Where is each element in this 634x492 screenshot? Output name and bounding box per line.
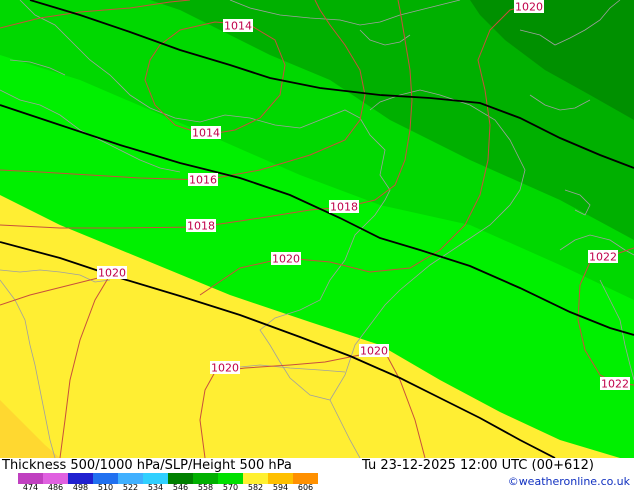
isobar-label: 1014 [223, 19, 253, 33]
svg-text:1014: 1014 [224, 20, 252, 33]
isobar-label: 1014 [191, 126, 221, 140]
map-title: Thickness 500/1000 hPa/SLP/Height 500 hP… [2, 458, 292, 473]
svg-text:1018: 1018 [187, 220, 215, 233]
svg-text:1020: 1020 [211, 362, 239, 375]
isobar-label: 1020 [514, 0, 544, 14]
legend-tick-label: 486 [47, 483, 64, 492]
legend-tick-label: 474 [22, 483, 39, 492]
isobar-label: 1020 [359, 344, 389, 358]
svg-text:1020: 1020 [98, 267, 126, 280]
legend-tick-label: 498 [72, 483, 89, 492]
legend-tick-label: 522 [122, 483, 139, 492]
weather-map: 1014 1014 1016 1018 1018 1020 1020 1020 … [0, 0, 634, 458]
svg-text:1022: 1022 [601, 378, 629, 391]
isobar-label: 1022 [588, 250, 618, 264]
legend-tick-label: 558 [197, 483, 214, 492]
svg-text:1020: 1020 [360, 345, 388, 358]
isobar-label: 1020 [97, 266, 127, 280]
legend-tick-label: 510 [97, 483, 114, 492]
forecast-datetime: Tu 23-12-2025 12:00 UTC (00+612) [362, 458, 594, 473]
credit-link[interactable]: ©weatheronline.co.uk [508, 475, 630, 488]
legend-tick-label: 546 [172, 483, 189, 492]
isobar-label: 1020 [271, 252, 301, 266]
legend-tick-label: 582 [247, 483, 264, 492]
isobar-label: 1018 [186, 219, 216, 233]
svg-text:1014: 1014 [192, 127, 220, 140]
svg-text:1022: 1022 [589, 251, 617, 264]
legend-tick-label: 534 [147, 483, 164, 492]
svg-text:1020: 1020 [515, 1, 543, 14]
svg-text:1018: 1018 [330, 201, 358, 214]
isobar-label: 1016 [188, 173, 218, 187]
isobar-label: 1018 [329, 200, 359, 214]
isobar-label: 1020 [210, 361, 240, 375]
svg-text:1016: 1016 [189, 174, 217, 187]
legend-tick-label: 570 [222, 483, 239, 492]
isobar-label: 1022 [600, 377, 630, 391]
legend-tick-label: 594 [272, 483, 289, 492]
svg-text:1020: 1020 [272, 253, 300, 266]
legend-tick-label: 606 [297, 483, 314, 492]
map-footer: Thickness 500/1000 hPa/SLP/Height 500 hP… [0, 458, 634, 492]
